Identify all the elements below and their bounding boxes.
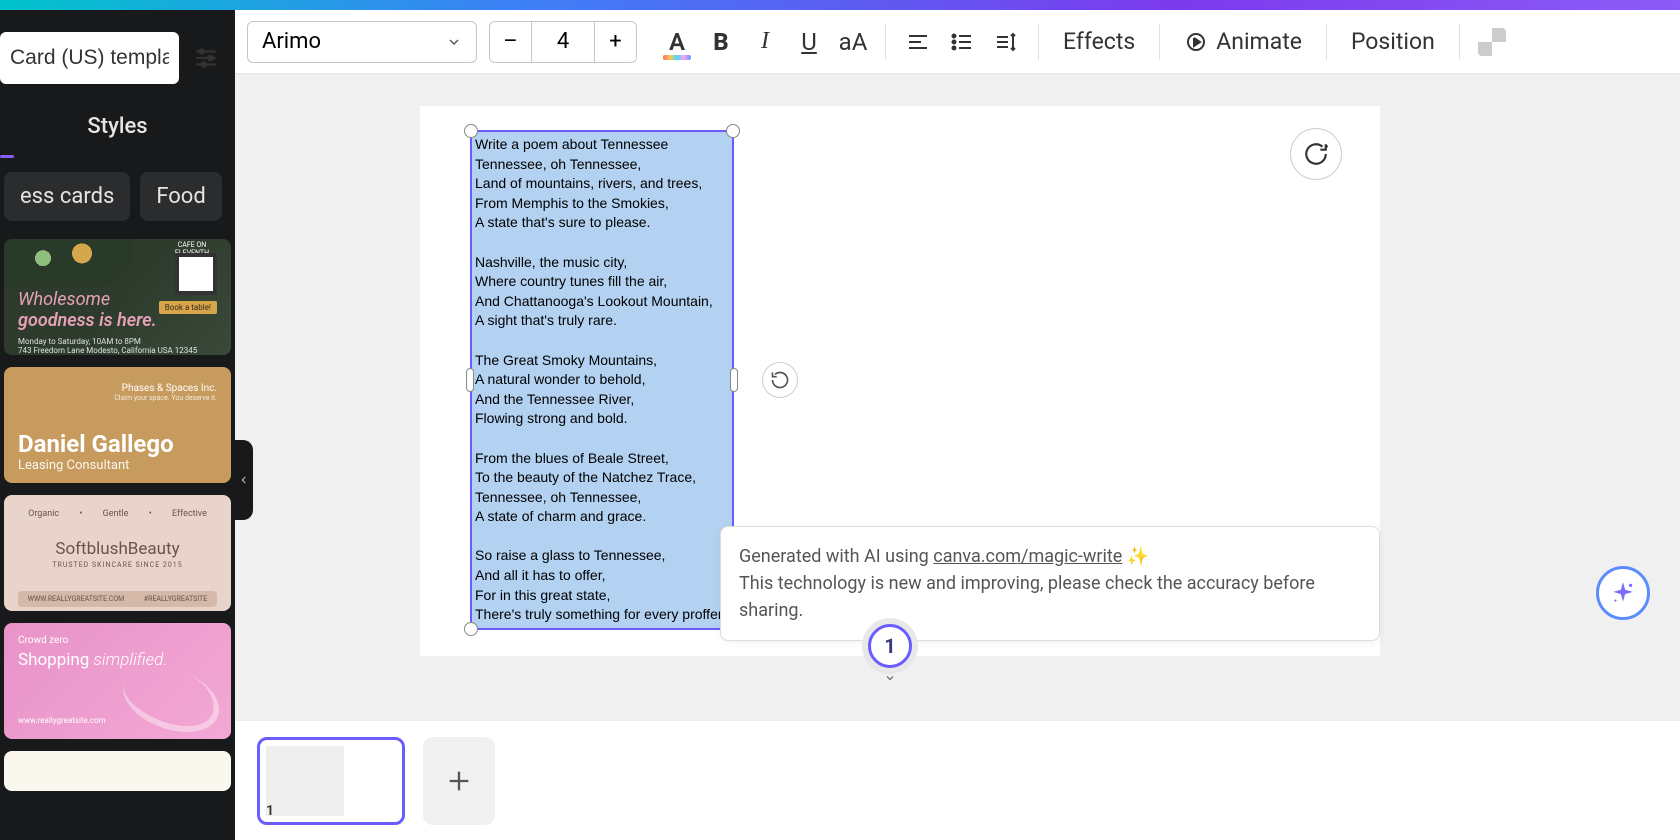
refresh-icon (1303, 141, 1329, 167)
resize-handle-ml[interactable] (466, 368, 474, 392)
sparkle-icon (1610, 580, 1636, 606)
page-thumbnail-1[interactable]: 1 (257, 737, 405, 825)
tab-styles[interactable]: Styles (0, 94, 235, 149)
page-number-badge[interactable]: 1 (868, 624, 912, 668)
chevron-down-icon[interactable] (881, 669, 899, 688)
filter-icon[interactable] (187, 39, 225, 77)
template-meta: Monday to Saturday, 10AM to 8PM 743 Free… (18, 337, 217, 355)
underline-button[interactable]: U (787, 20, 831, 64)
template-role: Leasing Consultant (18, 458, 217, 473)
design-canvas[interactable]: Write a poem about Tennessee Tennessee, … (420, 106, 1380, 656)
regenerate-button[interactable] (1290, 128, 1342, 180)
transparency-button[interactable] (1470, 20, 1514, 64)
template-tag: Effective (172, 509, 207, 519)
resize-handle-tl[interactable] (464, 124, 478, 138)
text-toolbar: Arimo – 4 + A B I U aA (235, 10, 1680, 74)
font-select[interactable]: Arimo (247, 21, 477, 63)
font-size-value[interactable]: 4 (532, 22, 594, 62)
selected-textbox[interactable]: Write a poem about Tennessee Tennessee, … (470, 130, 734, 630)
thumbnail-number: 1 (266, 803, 274, 820)
window-titlebar-gradient (0, 0, 1680, 10)
page-thumbnails: 1 (235, 720, 1680, 840)
ai-disclaimer-tooltip: Generated with AI using canva.com/magic-… (720, 526, 1380, 641)
divider (1459, 24, 1460, 60)
template-card-1[interactable]: CAFE ON ELEVENTH Book a table! Wholesome… (4, 239, 231, 355)
align-button[interactable] (896, 20, 940, 64)
divider (1038, 24, 1039, 60)
template-badge: Book a table! (159, 301, 217, 314)
plus-icon (445, 767, 473, 795)
qr-icon (175, 253, 217, 295)
add-page-button[interactable] (423, 737, 495, 825)
resize-handle-tr[interactable] (726, 124, 740, 138)
list-button[interactable] (940, 20, 984, 64)
template-tag: Gentle (103, 509, 129, 519)
text-color-button[interactable]: A (655, 20, 699, 64)
template-brand: SoftblushBeauty (18, 539, 217, 559)
text-case-button[interactable]: aA (831, 20, 875, 64)
template-shop: Shopping simplified. (18, 650, 217, 670)
divider (1159, 24, 1160, 60)
template-url: #REALLYGREATSITE (144, 595, 207, 603)
color-swatch-icon (663, 55, 691, 60)
food-image (4, 239, 134, 287)
canvas-viewport[interactable]: Write a poem about Tennessee Tennessee, … (235, 74, 1680, 720)
decrease-size-button[interactable]: – (490, 22, 532, 62)
divider (1326, 24, 1327, 60)
collapse-sidebar-icon[interactable] (235, 440, 253, 520)
textbox-content[interactable]: Write a poem about Tennessee Tennessee, … (475, 135, 729, 625)
font-size-group: – 4 + (489, 21, 637, 63)
animate-icon (1184, 30, 1208, 54)
tooltip-text: This technology is new and improving, pl… (739, 570, 1361, 624)
template-card-5[interactable] (4, 751, 231, 791)
resize-handle-mr[interactable] (730, 368, 738, 392)
italic-button[interactable]: I (743, 20, 787, 64)
bold-button[interactable]: B (699, 20, 743, 64)
resize-handle-bl[interactable] (464, 622, 478, 636)
tooltip-text: Generated with AI using (739, 546, 933, 567)
template-crowd: Crowd zero (18, 635, 217, 646)
template-card-2[interactable]: Phases & Spaces Inc. Claim your space. Y… (4, 367, 231, 483)
template-search-input[interactable] (0, 32, 179, 84)
template-logo: Phases & Spaces Inc. (18, 379, 217, 394)
template-since: TRUSTED SKINCARE SINCE 2015 (18, 561, 217, 569)
spacing-button[interactable] (984, 20, 1028, 64)
chip-food[interactable]: Food (140, 172, 221, 221)
template-card-3[interactable]: Organic• Gentle• Effective SoftblushBeau… (4, 495, 231, 611)
rotate-handle[interactable] (762, 362, 798, 398)
divider (885, 24, 886, 60)
increase-size-button[interactable]: + (594, 22, 636, 62)
chip-business-cards[interactable]: ess cards (4, 172, 130, 221)
rotate-icon (770, 370, 790, 390)
template-card-4[interactable]: Crowd zero Shopping simplified. www.real… (4, 623, 231, 739)
effects-button[interactable]: Effects (1049, 28, 1149, 55)
template-name: Daniel Gallego (18, 430, 217, 458)
position-button[interactable]: Position (1337, 28, 1449, 55)
templates-sidebar: Styles ess cards Food CAFE ON ELEVENTH B… (0, 10, 235, 840)
template-url: WWW.REALLYGREATSITE.COM (28, 595, 125, 603)
chevron-down-icon (446, 34, 462, 50)
template-tag: Organic (28, 509, 59, 519)
sparkle-icon: ✨ (1122, 546, 1149, 567)
font-name: Arimo (262, 29, 321, 54)
magic-fab-button[interactable] (1596, 566, 1650, 620)
transparency-icon (1478, 28, 1506, 56)
magic-write-link[interactable]: canva.com/magic-write (933, 546, 1122, 567)
animate-button[interactable]: Animate (1170, 28, 1316, 55)
template-logo-sub: Claim your space. You deserve it. (18, 394, 217, 402)
